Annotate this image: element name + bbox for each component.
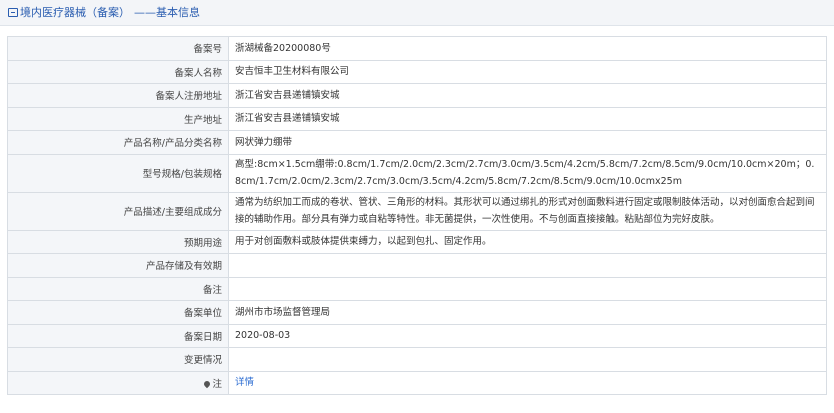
row-value-production-address: 浙江省安吉县递铺镇安城 <box>228 106 827 131</box>
row-label-storage-validity: 产品存储及有效期 <box>7 253 229 278</box>
row-label-filing-number: 备案号 <box>7 36 229 61</box>
table-row: 备案单位 湖州市市场监督管理局 <box>7 300 827 325</box>
details-link[interactable]: 详情 <box>235 377 254 388</box>
table-row: 型号规格/包装规格 高型:8cm×1.5cm绷带:0.8cm/1.7cm/2.0… <box>7 153 827 193</box>
row-value-filing-date: 2020-08-03 <box>228 323 827 348</box>
row-value-filing-number: 浙湖械备20200080号 <box>228 36 827 61</box>
document-icon <box>8 8 18 17</box>
table-row: 备案人名称 安吉恒丰卫生材料有限公司 <box>7 59 827 84</box>
table-row: 生产地址 浙江省安吉县递铺镇安城 <box>7 106 827 131</box>
pin-icon <box>203 379 212 388</box>
table-row: 备案号 浙湖械备20200080号 <box>7 36 827 61</box>
table-row: 注 详情 <box>7 370 827 395</box>
row-label-product-name: 产品名称/产品分类名称 <box>7 130 229 155</box>
header-title: 境内医疗器械（备案） <box>20 6 130 19</box>
row-value-storage-validity <box>228 253 827 278</box>
row-label-production-address: 生产地址 <box>7 106 229 131</box>
header-subtitle: ——基本信息 <box>134 6 200 19</box>
row-value-filing-unit: 湖州市市场监督管理局 <box>228 300 827 325</box>
row-label-intended-use: 预期用途 <box>7 229 229 254</box>
row-value-intended-use: 用于对创面敷料或肢体提供束缚力，以起到包扎、固定作用。 <box>228 229 827 254</box>
row-label-registrant-address: 备案人注册地址 <box>7 83 229 108</box>
table-row: 变更情况 <box>7 347 827 372</box>
row-label-filing-unit: 备案单位 <box>7 300 229 325</box>
row-value-model-spec: 高型:8cm×1.5cm绷带:0.8cm/1.7cm/2.0cm/2.3cm/2… <box>228 153 827 193</box>
row-label-change-history: 变更情况 <box>7 347 229 372</box>
row-value-remarks <box>228 276 827 301</box>
row-value-product-name: 网状弹力绷带 <box>228 130 827 155</box>
table-row: 预期用途 用于对创面敷料或肢体提供束缚力，以起到包扎、固定作用。 <box>7 229 827 254</box>
row-label-note: 注 <box>7 370 229 395</box>
row-value-registrant-name: 安吉恒丰卫生材料有限公司 <box>228 59 827 84</box>
table-row: 备案日期 2020-08-03 <box>7 323 827 348</box>
table-row: 产品名称/产品分类名称 网状弹力绷带 <box>7 130 827 155</box>
row-label-model-spec: 型号规格/包装规格 <box>7 153 229 193</box>
row-label-registrant-name: 备案人名称 <box>7 59 229 84</box>
info-table: 备案号 浙湖械备20200080号 备案人名称 安吉恒丰卫生材料有限公司 备案人… <box>7 36 827 395</box>
table-row: 产品存储及有效期 <box>7 253 827 278</box>
row-value-product-description: 通常为纺织加工而成的卷状、管状、三角形的材料。其形状可以通过绑扎的形式对创面敷料… <box>228 191 827 231</box>
row-value-registrant-address: 浙江省安吉县递铺镇安城 <box>228 83 827 108</box>
row-value-change-history <box>228 347 827 372</box>
table-row: 备注 <box>7 276 827 301</box>
row-label-filing-date: 备案日期 <box>7 323 229 348</box>
row-label-remarks: 备注 <box>7 276 229 301</box>
table-row: 产品描述/主要组成成分 通常为纺织加工而成的卷状、管状、三角形的材料。其形状可以… <box>7 191 827 231</box>
section-header: 境内医疗器械（备案） ——基本信息 <box>0 0 834 26</box>
note-label: 注 <box>212 378 222 390</box>
table-row: 备案人注册地址 浙江省安吉县递铺镇安城 <box>7 83 827 108</box>
row-label-product-description: 产品描述/主要组成成分 <box>7 191 229 231</box>
row-value-note: 详情 <box>228 370 827 395</box>
